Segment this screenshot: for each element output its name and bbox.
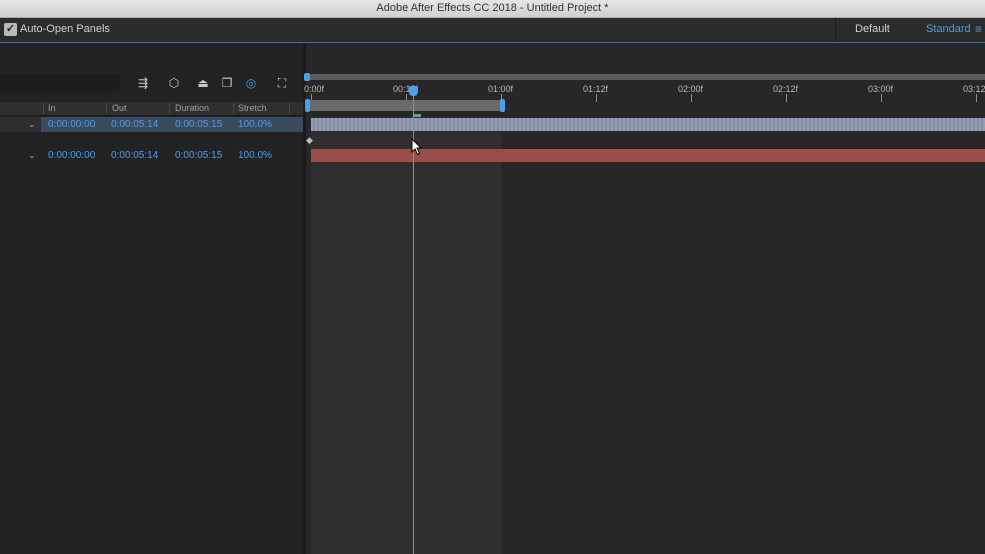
frame-blend-icon[interactable]: ❐ xyxy=(218,75,236,91)
column-out[interactable]: Out xyxy=(112,102,127,115)
column-duration[interactable]: Duration xyxy=(175,102,209,115)
time-navigator-bar[interactable] xyxy=(306,74,985,80)
work-area-bar[interactable] xyxy=(307,100,505,111)
column-separator xyxy=(43,103,44,114)
column-separator xyxy=(289,103,290,114)
window-title-bar: Adobe After Effects CC 2018 - Untitled P… xyxy=(0,0,985,18)
workspace-default[interactable]: Default xyxy=(855,23,890,35)
workspace-menu-icon[interactable]: ≡ xyxy=(975,22,982,36)
layer-duration-value[interactable]: 0:00:05:15 xyxy=(175,148,222,163)
ruler-tick xyxy=(881,94,882,102)
motion-blur-icon[interactable]: ◎ xyxy=(242,75,260,91)
graph-editor-icon[interactable]: ⛶ xyxy=(273,75,291,91)
ruler-label: 02:12f xyxy=(773,84,799,94)
chevron-down-icon[interactable]: ⌄ xyxy=(28,117,36,132)
column-separator xyxy=(233,103,234,114)
3d-layer-icon[interactable]: ⬡ xyxy=(165,75,183,91)
layer-duration-value[interactable]: 0:00:05:15 xyxy=(175,117,222,132)
flowchart-icon[interactable]: ⇶ xyxy=(134,75,152,91)
layer-stretch-value[interactable]: 100.0% xyxy=(238,148,272,163)
column-stretch[interactable]: Stretch xyxy=(238,102,267,115)
navigator-start-handle[interactable] xyxy=(304,73,310,81)
solo-icon[interactable]: ⏏ xyxy=(194,75,212,91)
window-title: Adobe After Effects CC 2018 - Untitled P… xyxy=(376,2,609,14)
layer-search-input[interactable] xyxy=(0,74,120,91)
ruler-label: 03:00f xyxy=(868,84,894,94)
column-header: In Out Duration Stretch xyxy=(0,102,303,116)
layer-out-value[interactable]: 0:00:05:14 xyxy=(111,148,158,163)
ruler-label: 01:12f xyxy=(583,84,609,94)
column-separator xyxy=(169,103,170,114)
column-separator xyxy=(106,103,107,114)
layer-stretch-value[interactable]: 100.0% xyxy=(238,117,272,132)
workspace-divider xyxy=(835,18,836,42)
mouse-cursor-icon xyxy=(411,138,423,156)
top-toolbar: ✓ Auto-Open Panels Default Standard ≡ xyxy=(0,18,985,43)
ruler-label: 0:00f xyxy=(304,84,325,94)
ruler-tick xyxy=(691,94,692,102)
ruler-tick xyxy=(976,94,977,102)
layer-in-value[interactable]: 0:00:00:00 xyxy=(48,117,95,132)
layer-in-value[interactable]: 0:00:00:00 xyxy=(48,148,95,163)
workspace-standard[interactable]: Standard xyxy=(926,23,971,35)
ruler-label: 01:00f xyxy=(488,84,514,94)
layer-row[interactable]: ⌄ 0:00:00:00 0:00:05:14 0:00:05:15 100.0… xyxy=(0,148,303,163)
layer-out-value[interactable]: 0:00:05:14 xyxy=(111,117,158,132)
layer-marker xyxy=(413,114,421,117)
work-area-start-handle[interactable] xyxy=(305,99,310,112)
ruler-tick xyxy=(596,94,597,102)
auto-open-panels-label: Auto-Open Panels xyxy=(20,23,110,35)
auto-open-panels-checkbox[interactable]: ✓ xyxy=(4,23,17,36)
playhead-handle[interactable] xyxy=(409,86,418,96)
work-area-end-handle[interactable] xyxy=(500,99,505,112)
layer-row[interactable]: ⌄ 0:00:00:00 0:00:05:14 0:00:05:15 100.0… xyxy=(0,117,303,132)
work-area-region xyxy=(311,117,501,554)
chevron-down-icon[interactable]: ⌄ xyxy=(28,148,36,163)
ruler-label: 02:00f xyxy=(678,84,704,94)
keyframe-diamond-icon[interactable]: ◆ xyxy=(306,135,313,146)
ruler-tick xyxy=(786,94,787,102)
column-in[interactable]: In xyxy=(48,102,56,115)
ruler-label: 03:12 xyxy=(963,84,985,94)
